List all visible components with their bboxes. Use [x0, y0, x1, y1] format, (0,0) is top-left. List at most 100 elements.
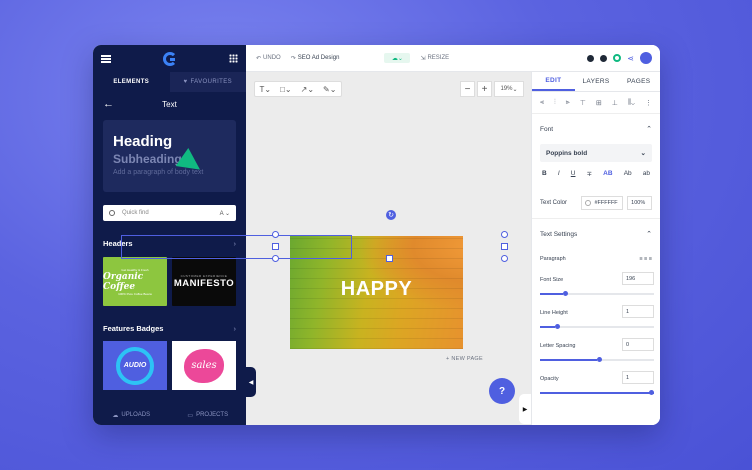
share-icon[interactable]: ⋖: [627, 54, 634, 63]
text-presets-card[interactable]: Heading Subheading Add a paragraph of bo…: [103, 120, 236, 192]
zoom-in-button[interactable]: +: [477, 81, 492, 97]
menu-icon[interactable]: [101, 54, 111, 63]
print-icon[interactable]: [600, 54, 608, 62]
font-size-input[interactable]: 196: [622, 272, 654, 285]
line-height-slider[interactable]: [540, 324, 654, 329]
chevron-up-icon[interactable]: ⌃: [646, 230, 652, 238]
opacity-input[interactable]: 1: [622, 371, 654, 384]
align-toolbar: ⫷ ⫶ ⫸ ⊤ ⊞ ⊥ ⫼⌄ ⋮: [532, 92, 660, 114]
distribute-icon[interactable]: ⫼⌄: [628, 99, 635, 107]
uppercase-button[interactable]: AB: [603, 170, 612, 178]
resize-handle[interactable]: [272, 243, 279, 250]
zoom-level-select[interactable]: 19% ⌄: [494, 81, 524, 97]
slider-knob[interactable]: [562, 291, 568, 296]
audio-label: AUDIO: [123, 362, 147, 369]
right-panel-toggle[interactable]: ▶: [519, 394, 531, 424]
resize-handle[interactable]: [501, 231, 508, 238]
font-family-select[interactable]: Poppins bold ⌄: [540, 144, 652, 162]
pen-tool-icon[interactable]: ✎⌄: [323, 85, 336, 94]
bold-button[interactable]: B: [542, 170, 547, 178]
sales-label: sales: [191, 360, 217, 371]
text-tool-icon[interactable]: T⌄: [260, 85, 272, 94]
align-left-icon[interactable]: ⫷: [540, 99, 544, 107]
resize-handle[interactable]: [501, 243, 508, 250]
projects-tab[interactable]: ▭ PROJECTS: [170, 405, 247, 425]
tab-favourites[interactable]: ♥ FAVOURITES: [169, 72, 246, 92]
apps-grid-icon[interactable]: [229, 54, 238, 63]
undo-icon: ↶: [256, 55, 262, 62]
font-section-header[interactable]: Font ⌃: [532, 114, 660, 144]
subheading-preset[interactable]: Subheading: [113, 152, 226, 166]
resize-handle[interactable]: [386, 255, 393, 262]
chevron-right-icon[interactable]: ›: [234, 324, 237, 333]
section-features-badges[interactable]: Features Badges ›: [103, 324, 236, 333]
color-swatch[interactable]: [585, 200, 592, 206]
help-button[interactable]: ?: [489, 378, 515, 404]
uploads-tab[interactable]: ☁ UPLOADS: [93, 405, 170, 425]
shape-tool-icon[interactable]: □⌄: [280, 85, 292, 94]
download-icon[interactable]: [587, 54, 595, 62]
font-name: Poppins bold: [546, 149, 588, 157]
sales-blob: sales: [184, 348, 224, 383]
align-top-icon[interactable]: ⊤: [580, 99, 586, 107]
resize-button[interactable]: ⇲ RESIZE: [420, 55, 449, 62]
letter-spacing-slider[interactable]: [540, 357, 654, 362]
zoom-out-button[interactable]: −: [460, 81, 475, 97]
zoom-controls: − + 19% ⌄: [460, 81, 524, 97]
panel-header: ← Text: [93, 92, 246, 116]
underline-button[interactable]: U: [571, 170, 576, 178]
align-middle-icon[interactable]: ⊞: [596, 99, 602, 107]
new-page-button[interactable]: + NEW PAGE: [446, 356, 483, 362]
text-opacity-input[interactable]: 100%: [627, 196, 652, 210]
happy-text[interactable]: HAPPY: [290, 278, 463, 301]
resize-handle[interactable]: [501, 255, 508, 262]
left-panel-toggle[interactable]: ◀: [246, 367, 256, 397]
rotate-handle-icon[interactable]: ↻: [386, 210, 396, 220]
opacity-slider[interactable]: [540, 390, 655, 395]
audio-badge-template[interactable]: AUDIO: [103, 341, 167, 390]
organic-coffee-template[interactable]: Get Healthy & Fresh Organic Coffee 100% …: [103, 257, 167, 306]
save-status-badge[interactable]: ☁ ⌄: [384, 53, 411, 63]
filter-select[interactable]: A ⌄: [220, 210, 230, 217]
search-input[interactable]: Quick find: [122, 210, 220, 216]
align-center-icon[interactable]: ⫶: [554, 99, 556, 107]
titlecase-button[interactable]: Ab: [624, 170, 632, 178]
tab-pages[interactable]: PAGES: [617, 72, 660, 91]
manifesto-template[interactable]: CUSTOMER EXPERIENCE MANIFESTO: [172, 257, 236, 306]
avatar[interactable]: [640, 52, 652, 64]
text-settings-header[interactable]: Text Settings ⌃: [532, 219, 660, 249]
strike-button[interactable]: ∓: [587, 170, 592, 178]
align-bottom-icon[interactable]: ⊥: [612, 99, 618, 107]
body-text-preset[interactable]: Add a paragraph of body text: [113, 169, 226, 176]
align-right-icon[interactable]: ⫸: [566, 99, 570, 107]
letter-spacing-control: Letter Spacing 0: [532, 335, 660, 368]
paragraph-align-icons[interactable]: ≡ ≡ ≡: [639, 256, 652, 262]
redo-button[interactable]: ↷ SEO Ad Design: [291, 55, 340, 62]
quick-find-search[interactable]: Quick find A ⌄: [103, 205, 236, 221]
resize-handle[interactable]: [272, 231, 279, 238]
resize-handle[interactable]: [272, 255, 279, 262]
more-icon[interactable]: ⋮: [645, 99, 652, 107]
tab-elements[interactable]: ELEMENTS: [93, 72, 170, 92]
chevron-up-icon[interactable]: ⌃: [646, 125, 652, 133]
font-size-slider[interactable]: [540, 291, 654, 296]
slider-knob[interactable]: [649, 390, 655, 395]
tab-layers[interactable]: LAYERS: [575, 72, 618, 91]
resize-icon: ⇲: [420, 55, 426, 62]
slider-knob[interactable]: [554, 324, 560, 329]
brand-icon[interactable]: [613, 54, 622, 62]
document-title[interactable]: SEO Ad Design: [298, 55, 340, 61]
logo-icon: [163, 51, 177, 66]
slider-fill: [540, 293, 563, 295]
sales-badge-template[interactable]: sales: [172, 341, 236, 390]
tab-edit[interactable]: EDIT: [532, 72, 575, 91]
letter-spacing-input[interactable]: 0: [622, 338, 654, 351]
undo-button[interactable]: ↶ UNDO: [256, 55, 281, 62]
lowercase-button[interactable]: ab: [643, 170, 650, 178]
line-tool-icon[interactable]: ↗⌄: [301, 85, 314, 94]
text-color-input[interactable]: #FFFFFF: [581, 196, 624, 210]
slider-knob[interactable]: [597, 357, 602, 362]
line-height-input[interactable]: 1: [622, 305, 654, 318]
heading-preset[interactable]: Heading: [113, 133, 226, 150]
italic-button[interactable]: I: [558, 170, 560, 178]
